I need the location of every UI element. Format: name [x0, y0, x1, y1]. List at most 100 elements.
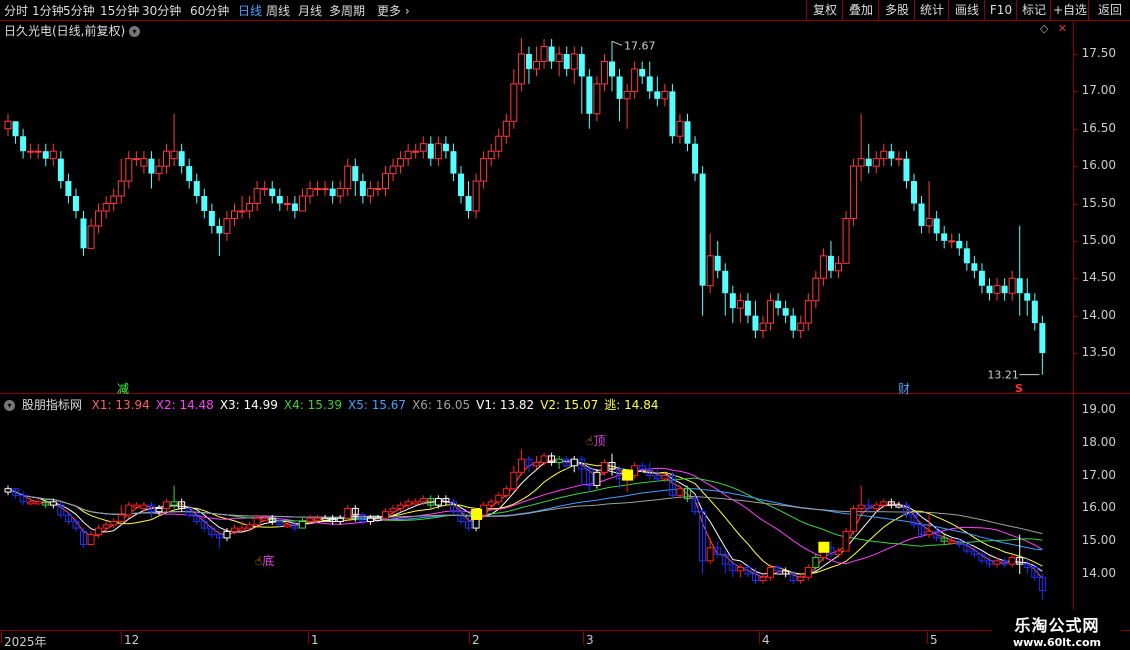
candle-body [155, 165, 163, 175]
close-icon[interactable]: ✕ [1058, 22, 1067, 35]
candle [434, 136, 442, 167]
indicator-body [366, 517, 374, 523]
indicator-bar [517, 449, 525, 476]
candle-body [865, 158, 872, 167]
indicator-chart[interactable] [0, 412, 1073, 628]
date-label: 1 [311, 633, 319, 647]
toolbar-button-7[interactable]: +自选 [1050, 0, 1089, 20]
candle [27, 143, 35, 159]
candle [306, 181, 314, 204]
toolbar-button-2[interactable]: 多股 [878, 0, 915, 20]
period-9[interactable]: 多周期 [329, 2, 365, 19]
period-1[interactable]: 1分钟 [32, 2, 64, 19]
toolbar-button-4[interactable]: 画线 [948, 0, 985, 20]
chevron-down-icon[interactable]: ▾ [129, 26, 141, 37]
indicator-body [110, 521, 118, 526]
panel-divider [0, 393, 1130, 394]
candle [246, 196, 254, 219]
indicator-y-tick: 18.00 [1081, 434, 1116, 449]
chevron-down-icon[interactable]: ▾ [4, 400, 15, 411]
indicator-body [344, 507, 352, 519]
indicator-y-tick: 17.00 [1081, 467, 1116, 482]
toolbar-button-3[interactable]: 统计 [914, 0, 949, 20]
toolbar-button-6[interactable]: 标记 [1016, 0, 1051, 20]
candle-body [253, 188, 261, 205]
candle [261, 181, 269, 197]
candle-body [1031, 300, 1038, 324]
candle-body [125, 158, 133, 182]
candle [276, 188, 283, 211]
indicator-body [502, 488, 510, 496]
indicator-values: X1: 13.94 X2: 14.48 X3: 14.99 X4: 15.39 X5: … [92, 398, 665, 412]
candlestick-chart[interactable]: 17.67 13.21 [0, 38, 1073, 392]
candle [374, 181, 382, 197]
indicator-body [412, 501, 420, 505]
period-0[interactable]: 分时 [4, 2, 28, 19]
candle [593, 76, 601, 122]
period-6[interactable]: 日线 [238, 2, 262, 19]
toolbar-button-8[interactable]: 返回 [1088, 0, 1130, 20]
indicator-y-tick: 16.00 [1081, 500, 1116, 515]
indicator-bar [298, 518, 306, 529]
candle [442, 136, 449, 159]
indicator-bar [1008, 554, 1016, 568]
candle-body [80, 218, 87, 249]
toolbar-button-5[interactable]: F10 [984, 0, 1017, 20]
period-8[interactable]: 月线 [298, 2, 322, 19]
period-7[interactable]: 周线 [266, 2, 290, 19]
indicator-title[interactable]: 股朋指标网 [22, 398, 82, 412]
y-tick-mark [1073, 353, 1078, 354]
y-tick-mark [1073, 240, 1078, 242]
candle [1024, 278, 1031, 316]
candle [827, 240, 834, 279]
period-3[interactable]: 15分钟 [100, 2, 139, 19]
candle [706, 233, 714, 294]
indicator-body [223, 530, 231, 539]
y-tick-mark [1073, 315, 1078, 317]
candle-body [548, 46, 555, 62]
candle-body [661, 90, 669, 100]
date-tick [927, 630, 928, 644]
candle-body [283, 203, 291, 205]
period-10[interactable]: 更多 › [377, 2, 410, 19]
candle [835, 255, 842, 279]
candle-body [517, 53, 525, 85]
indicator-body [374, 517, 382, 521]
period-4[interactable]: 30分钟 [142, 2, 181, 19]
candle-body [450, 151, 457, 174]
indicator-bar [64, 511, 72, 525]
indicator-body [125, 504, 133, 516]
candle [1001, 278, 1008, 301]
period-5[interactable]: 60分钟 [190, 2, 229, 19]
candle [729, 285, 736, 324]
indicator-bar [336, 514, 344, 525]
high-pointer [611, 40, 623, 46]
candle [842, 210, 850, 264]
signal-box [818, 541, 830, 553]
candle-body [918, 203, 925, 226]
indicator-bar [510, 465, 518, 492]
candle [201, 188, 208, 219]
legend-item-7: V2: 15.07 [540, 398, 599, 412]
candle [359, 173, 366, 204]
main-chart-title[interactable]: 日久光电(日线,前复权) ▾ [4, 22, 143, 39]
toolbar-button-1[interactable]: 叠加 [842, 0, 879, 20]
candle [155, 158, 163, 182]
indicator-body [510, 471, 518, 490]
diamond-icon[interactable]: ◇ [1040, 22, 1048, 35]
candle [631, 61, 639, 99]
indicator-body [321, 517, 329, 521]
candle-body [95, 210, 103, 227]
candle-body [744, 300, 751, 316]
toolbar-button-0[interactable]: 复权 [806, 0, 843, 20]
indicator-bar [404, 498, 412, 509]
candle-body [971, 263, 978, 271]
period-2[interactable]: 5分钟 [63, 2, 95, 19]
candle [646, 61, 653, 99]
candle-body [525, 54, 532, 69]
indicator-body [895, 504, 903, 508]
candle [548, 39, 555, 69]
candle-body [699, 173, 706, 286]
candle-body [956, 240, 963, 249]
candle-body [12, 121, 19, 137]
